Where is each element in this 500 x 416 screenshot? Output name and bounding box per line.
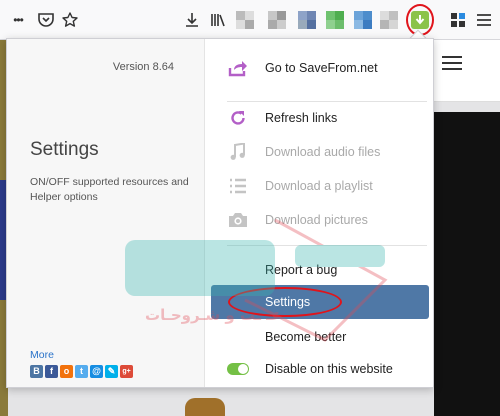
refresh-links-item[interactable]: Refresh links	[211, 101, 429, 135]
vk-icon[interactable]: B	[30, 365, 43, 378]
toggle-switch[interactable]	[227, 358, 249, 380]
version-label: Version 8.64	[112, 61, 174, 73]
menu-icon[interactable]	[472, 8, 496, 32]
blurred-extension-icon[interactable]	[236, 11, 254, 29]
info-pane: Version 8.64 Settings ON/OFF supported r…	[7, 39, 205, 387]
menu-label: Download a playlist	[265, 179, 373, 193]
menu-label: Go to SaveFrom.net	[265, 61, 378, 75]
settings-item[interactable]: Settings	[211, 285, 429, 319]
livejournal-icon[interactable]: ✎	[105, 365, 118, 378]
savefrom-popup: Version 8.64 Settings ON/OFF supported r…	[6, 38, 434, 388]
social-links: Bf o t @ ✎ g+	[30, 365, 133, 378]
report-bug-item[interactable]: Report a bug	[211, 253, 429, 287]
blurred-extension-icon[interactable]	[326, 11, 344, 29]
webpage-video	[434, 112, 500, 416]
google-plus-icon[interactable]: g+	[120, 365, 133, 378]
blurred-extension-icon[interactable]	[268, 11, 286, 29]
library-icon[interactable]	[206, 8, 230, 32]
blurred-extension-icon[interactable]	[298, 11, 316, 29]
more-link[interactable]: More	[30, 349, 54, 361]
download-icon[interactable]	[180, 8, 204, 32]
become-better-item[interactable]: Become better	[211, 320, 429, 354]
pocket-icon[interactable]	[34, 8, 58, 32]
camera-icon	[227, 209, 249, 231]
download-playlist-item[interactable]: Download a playlist	[211, 169, 429, 203]
menu-label: Download pictures	[265, 213, 368, 227]
extensions-icon[interactable]	[446, 8, 470, 32]
menu-label: Download audio files	[265, 145, 381, 159]
odnoklassniki-icon[interactable]: o	[60, 365, 73, 378]
menu-label: Become better	[265, 330, 347, 344]
blank-icon-space	[227, 259, 249, 281]
go-to-savefrom-item[interactable]: Go to SaveFrom.net	[211, 51, 429, 85]
blurred-extension-icon[interactable]	[380, 11, 398, 29]
more-icon[interactable]: •••	[6, 8, 30, 32]
menu-label: Refresh links	[265, 111, 338, 125]
facebook-icon[interactable]: f	[45, 365, 58, 378]
settings-heading: Settings	[30, 139, 99, 160]
refresh-icon	[227, 107, 249, 129]
blurred-extension-icon[interactable]	[354, 11, 372, 29]
browser-toolbar: •••	[0, 0, 500, 40]
music-note-icon	[227, 141, 249, 163]
toggle-on-indicator	[227, 363, 249, 375]
menu-label: Report a bug	[265, 263, 338, 277]
blank-icon-space	[227, 326, 249, 348]
disable-on-site-item[interactable]: Disable on this website	[211, 352, 429, 386]
download-pictures-item[interactable]: Download pictures	[211, 203, 429, 237]
blank-icon-space	[227, 291, 249, 313]
settings-description: ON/OFF supported resources and Helper op…	[30, 176, 189, 203]
bookmark-star-icon[interactable]	[58, 8, 82, 32]
list-icon	[227, 175, 249, 197]
menu-label: Disable on this website	[265, 362, 393, 376]
mail-icon[interactable]: @	[90, 365, 103, 378]
twitter-icon[interactable]: t	[75, 365, 88, 378]
webpage-image	[185, 398, 225, 416]
menu-divider	[227, 245, 427, 246]
share-arrow-icon	[227, 57, 249, 79]
menu-label: Settings	[265, 295, 311, 309]
webpage-menu-icon[interactable]	[442, 56, 462, 74]
download-audio-item[interactable]: Download audio files	[211, 135, 429, 169]
